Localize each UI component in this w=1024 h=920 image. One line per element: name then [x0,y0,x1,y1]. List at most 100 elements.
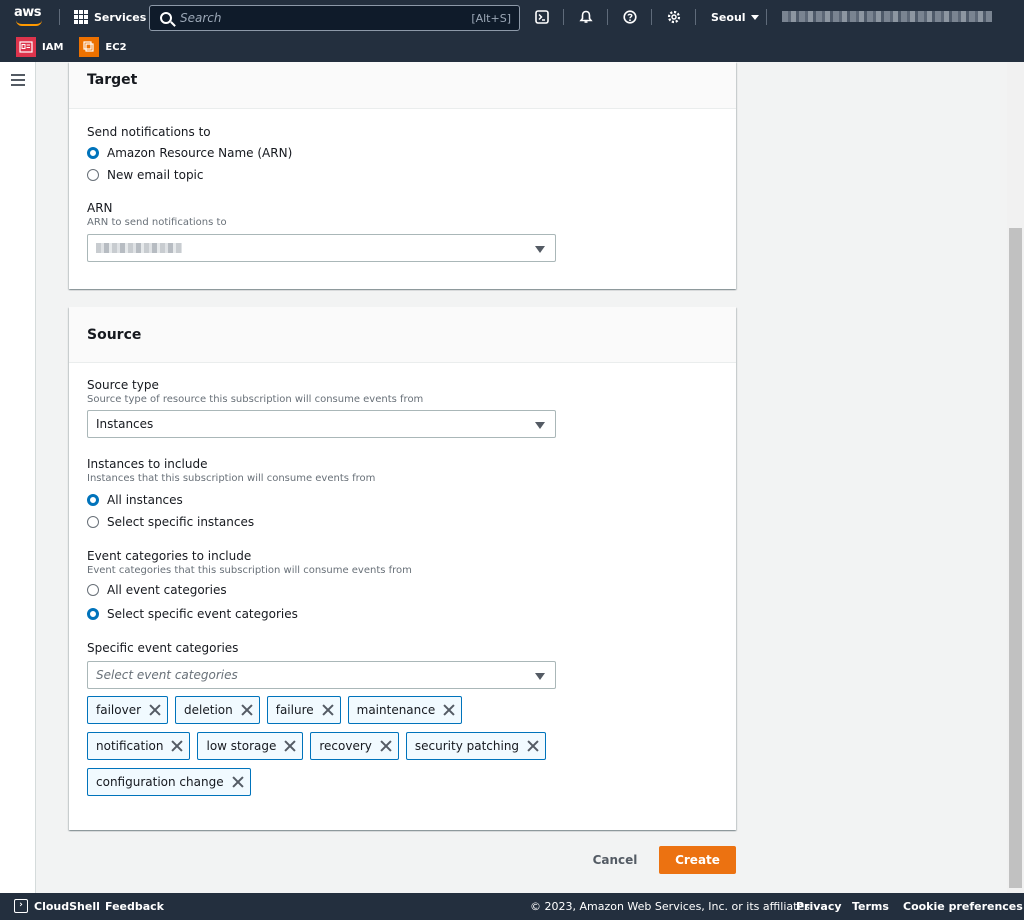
close-icon[interactable] [171,740,183,752]
event-categories-description: Event categories that this subscription … [87,565,412,576]
close-icon[interactable] [232,776,244,788]
source-type-label: Source type [87,378,159,392]
source-type-description: Source type of resource this subscriptio… [87,394,424,405]
aws-logo[interactable]: aws [14,5,44,29]
token-recovery: recovery [310,732,399,760]
token-label: security patching [414,739,520,753]
specific-event-categories-label: Specific event categories [87,641,239,655]
radio-arn-label: Amazon Resource Name (ARN) [107,146,293,160]
copyright-text: © 2023, Amazon Web Services, Inc. or its… [530,900,814,913]
favorites-bar: IAM EC2 [0,36,127,58]
region-label: Seoul [711,10,746,24]
token-configuration-change: configuration change [87,768,251,796]
services-menu-button[interactable]: Services [74,9,146,25]
search-input[interactable] [180,11,472,25]
arn-label: ARN [87,201,113,215]
scrollbar-thumb[interactable] [1009,228,1022,888]
token-security-patching: security patching [405,732,547,760]
event-categories-label: Event categories to include [87,549,252,563]
search-icon [160,12,172,24]
radio-button-selected[interactable] [87,147,99,159]
radio-all-instances[interactable]: All instances [87,489,718,511]
search-shortcut: [Alt+S] [471,11,511,25]
token-label: recovery [319,739,372,753]
source-panel-header: Source [69,307,736,363]
favorite-iam[interactable]: IAM [16,37,63,57]
target-title: Target [87,72,138,88]
nav-divider [59,9,60,25]
region-selector[interactable]: Seoul [711,9,759,25]
close-icon[interactable] [241,704,253,716]
cloudshell-icon[interactable] [534,9,550,25]
token-failure: failure [266,696,341,724]
radio-button[interactable] [87,584,99,596]
radio-new-email-topic-label: New email topic [107,168,204,182]
favorite-iam-label: IAM [42,41,64,53]
arn-value-redacted [96,243,182,253]
radio-specific-event-categories[interactable]: Select specific event categories [87,603,718,625]
instances-description: Instances that this subscription will co… [87,473,376,484]
settings-icon[interactable] [666,9,682,25]
instances-label: Instances to include [87,457,208,471]
cloudshell-label: CloudShell [34,899,100,913]
aws-smile-icon [16,20,42,26]
caret-down-icon [535,246,545,253]
radio-all-instances-label: All instances [107,493,183,507]
cancel-button[interactable]: Cancel [584,846,646,874]
token-deletion: deletion [175,696,260,724]
event-categories-select[interactable]: Select event categories [87,661,556,689]
close-icon[interactable] [443,704,455,716]
feedback-link[interactable]: Feedback [105,900,164,913]
send-notifications-label: Send notifications to [87,125,211,139]
favorite-ec2[interactable]: EC2 [79,37,127,57]
radio-arn[interactable]: Amazon Resource Name (ARN) [87,142,718,164]
bell-icon[interactable] [578,9,594,25]
nav-divider [766,9,767,25]
radio-new-email-topic[interactable]: New email topic [87,164,718,186]
privacy-link[interactable]: Privacy [796,900,842,913]
token-label: failure [275,703,314,717]
arn-select[interactable] [87,234,556,262]
token-label: deletion [184,703,233,717]
nav-divider [695,9,696,25]
token-label: low storage [206,739,277,753]
help-icon[interactable] [622,9,638,25]
caret-down-icon [535,422,545,429]
radio-all-event-categories-label: All event categories [107,583,227,597]
source-panel: Source Source type Source type of resour… [69,307,736,830]
radio-all-event-categories[interactable]: All event categories [87,579,718,601]
token-notification: notification [87,732,191,760]
radio-button[interactable] [87,516,99,528]
services-label: Services [94,10,147,24]
cloudshell-button[interactable]: › CloudShell [14,899,100,913]
create-button[interactable]: Create [659,846,736,874]
close-icon[interactable] [380,740,392,752]
radio-button-selected[interactable] [87,608,99,620]
close-icon[interactable] [322,704,334,716]
nav-divider [651,9,652,25]
terms-link[interactable]: Terms [852,900,889,913]
cloudshell-icon: › [14,899,28,913]
source-type-select[interactable]: Instances [87,410,556,438]
close-icon[interactable] [149,704,161,716]
account-menu-redacted[interactable] [782,11,992,22]
menu-icon[interactable] [11,74,25,86]
token-label: maintenance [356,703,436,717]
radio-specific-instances[interactable]: Select specific instances [87,511,718,533]
radio-specific-instances-label: Select specific instances [107,515,255,529]
close-icon[interactable] [527,740,539,752]
cookie-preferences-link[interactable]: Cookie preferences [903,900,1023,913]
radio-button[interactable] [87,169,99,181]
caret-down-icon [535,673,545,680]
console-footer: › CloudShell Feedback © 2023, Amazon Web… [0,893,1024,920]
token-maintenance: maintenance [347,696,463,724]
favorite-ec2-label: EC2 [105,41,127,53]
close-icon[interactable] [284,740,296,752]
search-box[interactable]: [Alt+S] [149,5,520,31]
source-type-value: Instances [96,417,154,431]
token-failover: failover [87,696,169,724]
radio-button-selected[interactable] [87,494,99,506]
ec2-icon [79,37,100,57]
caret-down-icon [750,14,759,20]
token-label: failover [96,703,142,717]
